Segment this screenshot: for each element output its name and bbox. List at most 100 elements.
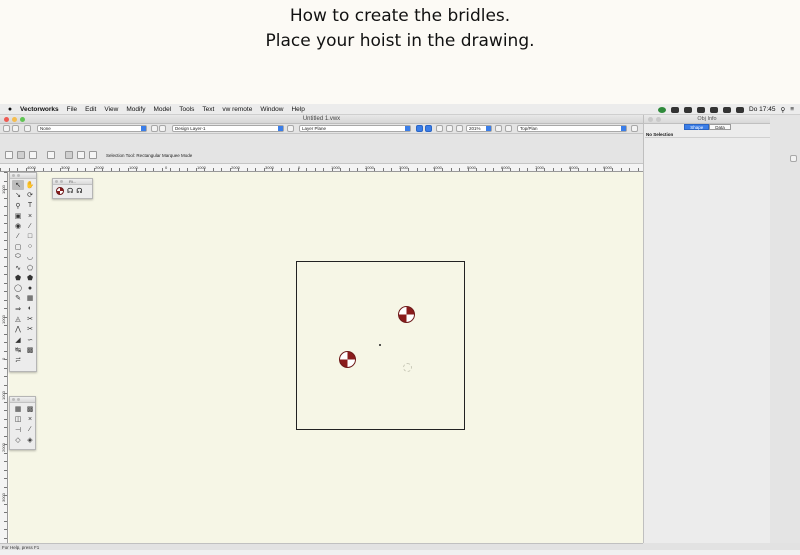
text-tool-icon[interactable]: T	[24, 201, 36, 211]
spotlight-icon[interactable]: ⚲	[780, 106, 785, 114]
attribute-mapping-tool-icon[interactable]: ◉	[12, 221, 24, 231]
snap-surface-icon[interactable]: ◇	[12, 435, 24, 445]
line-tool-icon[interactable]: ∕	[24, 221, 36, 231]
circle-tool-icon[interactable]: ○	[24, 242, 36, 252]
double-polygon-tool-icon[interactable]: ⬟	[24, 273, 36, 283]
reshape-tool-icon[interactable]: ↘	[12, 190, 24, 200]
render-mode-button[interactable]	[495, 125, 502, 132]
menu-window[interactable]: Window	[260, 106, 283, 113]
split-tool-icon[interactable]: ✂	[24, 314, 36, 324]
wall-tool-icon[interactable]: ≓	[12, 355, 24, 365]
projection-button[interactable]	[505, 125, 512, 132]
strip-button[interactable]	[790, 155, 797, 162]
oval-tool-icon[interactable]: ⬭	[12, 252, 24, 262]
hoist-symbol[interactable]	[398, 306, 415, 323]
snap-object-icon[interactable]: ▩	[24, 404, 36, 414]
obj-info-min-button[interactable]	[656, 117, 661, 122]
status-arrow-icon[interactable]	[671, 106, 680, 113]
view-options-button[interactable]	[631, 125, 638, 132]
zoom-tool-icon[interactable]: ⚲	[12, 201, 24, 211]
chamfer-tool-icon[interactable]: ◢	[12, 334, 24, 344]
mode-polygon-select[interactable]	[89, 151, 97, 159]
double-line-tool-icon[interactable]: ∕	[12, 231, 24, 241]
zoom-button[interactable]	[20, 117, 25, 122]
layer-options-button[interactable]	[151, 125, 158, 132]
tab-data[interactable]: Data	[709, 124, 731, 130]
locus-tool-icon[interactable]: ×	[24, 211, 36, 221]
airplay-icon[interactable]	[697, 106, 706, 113]
trim-tool-icon[interactable]: ✂	[24, 324, 36, 334]
layer-plane-icon[interactable]	[287, 125, 294, 132]
tab-shape[interactable]: Shape	[684, 124, 710, 130]
view-dropdown[interactable]: Top/Plan	[517, 125, 627, 132]
apple-icon[interactable]: ●	[4, 106, 16, 113]
status-green-icon[interactable]	[658, 106, 667, 113]
status-sync-icon[interactable]	[684, 106, 693, 113]
zoom-out-button[interactable]	[436, 125, 443, 132]
spiral-tool-icon[interactable]: ◯	[12, 283, 24, 293]
view-button-2[interactable]	[425, 125, 432, 132]
menu-modify[interactable]: Modify	[126, 106, 145, 113]
connect-tool-icon[interactable]: ⋀	[12, 324, 24, 334]
menu-help[interactable]: Help	[291, 106, 304, 113]
minimize-button[interactable]	[12, 117, 17, 122]
snap-angle-icon[interactable]: ◫	[12, 414, 24, 424]
zoom-in-button[interactable]	[446, 125, 453, 132]
fit-view-button[interactable]	[456, 125, 463, 132]
polyline-tool-icon[interactable]: ⬠	[24, 262, 36, 272]
fillet-tool-icon[interactable]: ◐	[24, 304, 36, 314]
mode-rect-select[interactable]	[65, 151, 73, 159]
menu-app[interactable]: Vectorworks	[20, 106, 59, 113]
mode-polygon-marquee[interactable]	[29, 151, 37, 159]
obj-info-close-button[interactable]	[648, 117, 653, 122]
rotate-tool-icon[interactable]: ⟳	[24, 190, 36, 200]
hoist-tool-icon[interactable]	[56, 187, 64, 195]
bridle-edit-tool-icon[interactable]: ☊	[76, 187, 82, 195]
snap-intersection-icon[interactable]: ×	[24, 414, 36, 424]
image-tool-icon[interactable]: ▩	[24, 345, 36, 355]
menu-vw-remote[interactable]: vw remote	[222, 106, 252, 113]
snap-distance-icon[interactable]: ⊣	[12, 425, 24, 435]
layer-dropdown[interactable]: Design Layer-1	[172, 125, 284, 132]
close-button[interactable]	[4, 117, 9, 122]
view-button-1[interactable]	[416, 125, 423, 132]
mode-rectangular-marquee[interactable]	[5, 151, 13, 159]
class-options-button[interactable]	[24, 125, 31, 132]
mode-single-object[interactable]	[17, 151, 25, 159]
offset-tool-icon[interactable]: ⇒	[12, 304, 24, 314]
snap-grid-icon[interactable]: ▦	[12, 404, 24, 414]
menu-model[interactable]: Model	[154, 106, 172, 113]
back-button[interactable]	[3, 125, 10, 132]
callout-tool-icon[interactable]: ▣	[12, 211, 24, 221]
bezier-tool-icon[interactable]: ∽	[24, 334, 36, 344]
menu-view[interactable]: View	[104, 106, 118, 113]
layer-visibility-button[interactable]	[159, 125, 166, 132]
fill-tool-icon[interactable]: ●	[24, 283, 36, 293]
rectangle-tool-icon[interactable]: □	[24, 231, 36, 241]
mode-interactive-scaling[interactable]	[47, 151, 55, 159]
menu-file[interactable]: File	[67, 106, 77, 113]
dimension-tool-icon[interactable]: ↹	[12, 345, 24, 355]
notification-center-icon[interactable]: ≡	[790, 106, 794, 113]
mirror-tool-icon[interactable]: ◬	[12, 314, 24, 324]
layer-plane-dropdown[interactable]: Layer Plane	[299, 125, 411, 132]
pan-tool-icon[interactable]: ✋	[24, 180, 36, 190]
selection-tool-icon[interactable]: ↖	[12, 180, 24, 191]
freehand-tool-icon[interactable]: ∿	[12, 262, 24, 272]
snap-edge-icon[interactable]: ◈	[24, 435, 36, 445]
zoom-field[interactable]: 201%	[466, 125, 492, 132]
arc-tool-icon[interactable]: ◡	[24, 252, 36, 262]
menu-text[interactable]: Text	[202, 106, 214, 113]
forward-button[interactable]	[12, 125, 19, 132]
wifi-icon[interactable]	[710, 106, 719, 113]
class-dropdown[interactable]: None	[37, 125, 147, 132]
horizontal-scrollbar[interactable]	[643, 543, 800, 550]
volume-icon[interactable]	[723, 106, 732, 113]
eyedropper-tool-icon[interactable]: ✎	[12, 293, 24, 303]
locus-point[interactable]	[379, 344, 381, 346]
polygon-tool-icon[interactable]: ⬟	[12, 273, 24, 283]
mode-lasso-select[interactable]	[77, 151, 85, 159]
snap-tangent-icon[interactable]: ∕	[24, 425, 36, 435]
menu-tools[interactable]: Tools	[179, 106, 194, 113]
bridle-tool-icon[interactable]: ☊	[67, 187, 73, 195]
